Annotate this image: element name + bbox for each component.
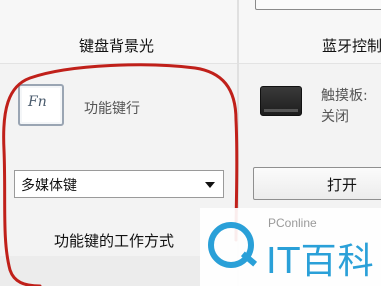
fn-key-icon: Fn: [18, 84, 64, 126]
watermark-big-text: IT百科: [266, 241, 375, 282]
dropdown-selected-value: 多媒体键: [21, 178, 77, 194]
function-key-mode-dropdown[interactable]: 多媒体键: [14, 170, 224, 198]
touchpad-label: 触摸板:: [321, 88, 368, 104]
bluetooth-caption: 蓝牙控制: [322, 37, 381, 55]
fn-icon-text: Fn: [28, 94, 47, 110]
open-button-label: 打开: [327, 176, 358, 194]
keyboard-backlight-caption: 键盘背景光: [79, 37, 155, 55]
chevron-down-icon[interactable]: [205, 182, 215, 188]
function-key-mode-caption: 功能键的工作方式: [54, 232, 175, 250]
function-key-row-label: 功能键行: [84, 101, 140, 117]
watermark-small-text: PConline: [268, 216, 317, 230]
touchpad-icon: [260, 86, 302, 116]
bluetooth-button[interactable]: [255, 0, 381, 10]
touchpad-open-button[interactable]: 打开: [253, 167, 381, 200]
it-baike-watermark: PConline IT百科: [200, 208, 381, 286]
magnifier-logo-icon: [208, 222, 254, 268]
touchpad-status: 关闭: [321, 109, 349, 125]
